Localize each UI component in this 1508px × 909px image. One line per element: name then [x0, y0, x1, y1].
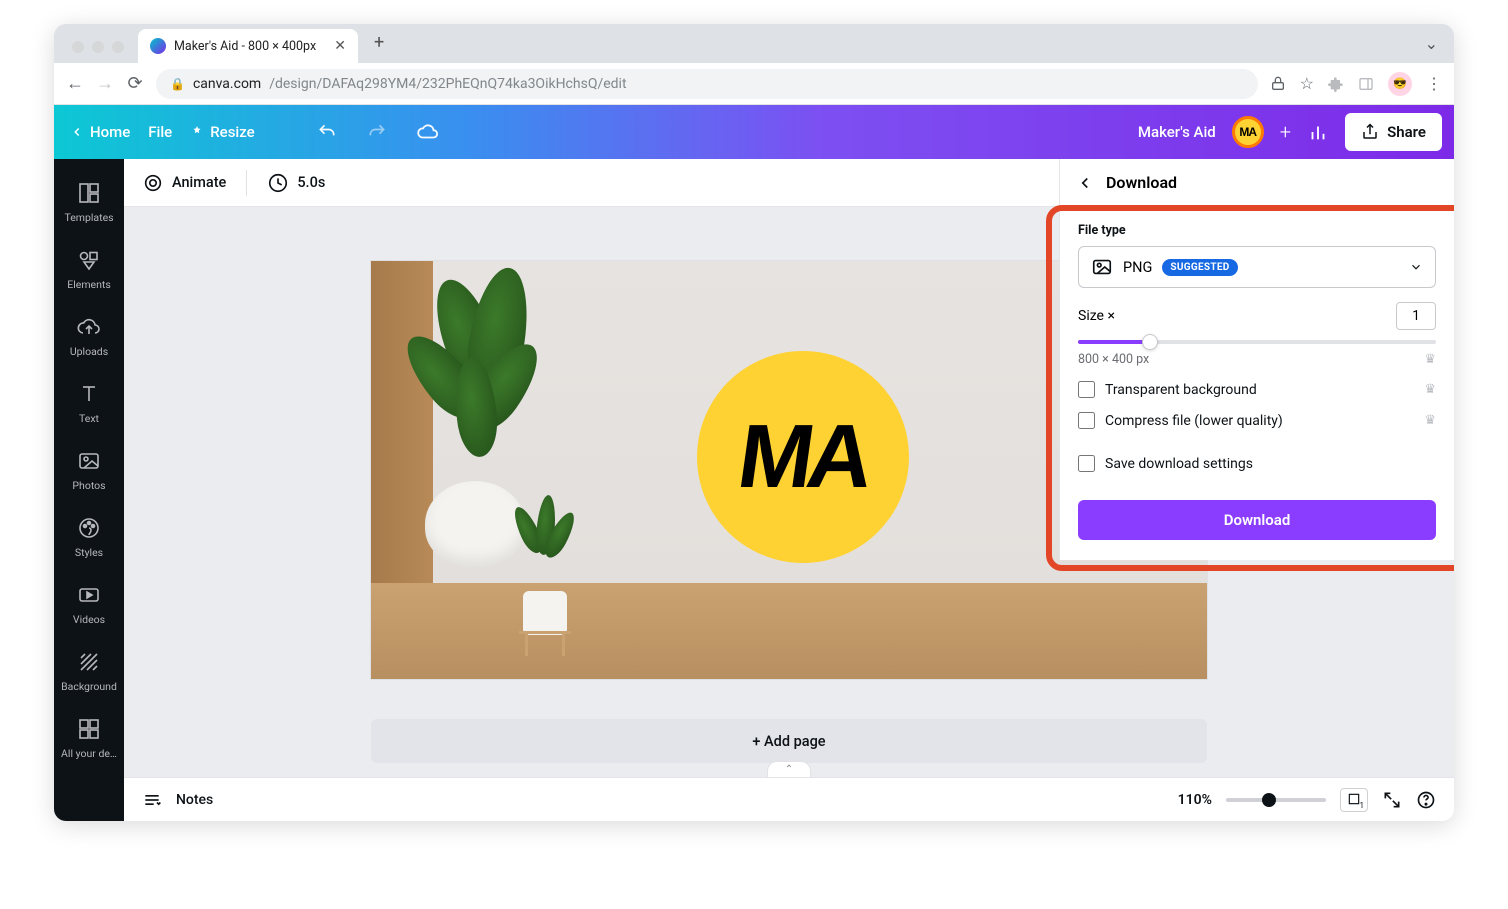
fullscreen-icon[interactable]	[1382, 790, 1402, 810]
logo-text: MA	[732, 406, 874, 509]
bookmark-icon[interactable]: ☆	[1300, 74, 1314, 93]
window-controls	[66, 41, 132, 63]
compress-checkbox[interactable]	[1078, 412, 1095, 429]
traffic-light-minimize[interactable]	[92, 41, 104, 53]
traffic-light-zoom[interactable]	[112, 41, 124, 53]
share-page-icon[interactable]	[1270, 76, 1286, 92]
url-host: canva.com	[193, 76, 261, 92]
home-label: Home	[90, 123, 130, 141]
kebab-menu-icon[interactable]: ⋮	[1426, 74, 1442, 93]
home-button[interactable]: Home	[70, 123, 130, 141]
plant-small	[511, 495, 581, 635]
cloud-status-icon[interactable]	[411, 115, 445, 149]
help-icon[interactable]	[1416, 790, 1436, 810]
animate-button[interactable]: Animate	[142, 172, 226, 194]
divider	[246, 170, 247, 196]
notes-icon	[142, 790, 162, 810]
sidebar-item-styles[interactable]: Styles	[54, 504, 124, 571]
suggested-badge: SUGGESTED	[1162, 259, 1237, 276]
sidepanel-icon[interactable]	[1358, 76, 1374, 92]
reload-button[interactable]: ⟳	[126, 73, 144, 94]
user-avatar-badge[interactable]: MA	[1232, 116, 1264, 148]
address-bar[interactable]: 🔒 canva.com/design/DAFAq298YM4/232PhEQnQ…	[156, 69, 1258, 99]
panel-header: Download	[1060, 159, 1454, 207]
compress-option[interactable]: Compress file (lower quality) ♛	[1078, 412, 1436, 429]
add-collaborator-icon[interactable]: +	[1280, 120, 1291, 144]
timeline-toggle[interactable]: ⌃	[767, 761, 811, 777]
file-type-select[interactable]: PNG SUGGESTED	[1078, 246, 1436, 288]
sidebar-item-uploads[interactable]: Uploads	[54, 303, 124, 370]
sidebar-item-elements[interactable]: Elements	[54, 236, 124, 303]
redo-button[interactable]	[361, 116, 393, 148]
analytics-icon[interactable]	[1307, 121, 1329, 143]
page-indicator[interactable]: 1	[1340, 788, 1368, 812]
forward-button[interactable]: →	[96, 73, 114, 94]
duration-button[interactable]: 5.0s	[267, 172, 325, 194]
sidebar-item-all-designs[interactable]: All your de…	[54, 705, 124, 772]
document-title[interactable]: Maker's Aid	[1138, 123, 1216, 141]
sidebar-item-photos[interactable]: Photos	[54, 437, 124, 504]
back-button[interactable]: ←	[66, 73, 84, 94]
download-panel: Download File type PNG SUGGESTED Size ×	[1059, 159, 1454, 560]
image-icon	[1091, 256, 1113, 278]
lock-icon: 🔒	[170, 77, 185, 91]
undo-button[interactable]	[311, 116, 343, 148]
notes-button[interactable]: Notes	[176, 792, 213, 808]
size-label: Size ×	[1078, 308, 1115, 324]
url-path: /design/DAFAq298YM4/232PhEQnQ74ka3OikHch…	[269, 76, 626, 92]
tab-title: Maker's Aid - 800 × 400px	[174, 39, 316, 54]
sidebar-item-background[interactable]: Background	[54, 638, 124, 705]
dimensions-text: 800 × 400 px	[1078, 352, 1149, 367]
canva-favicon	[150, 38, 166, 54]
file-type-value: PNG	[1123, 259, 1152, 276]
transparent-bg-checkbox[interactable]	[1078, 381, 1095, 398]
sidebar-item-templates[interactable]: Templates	[54, 169, 124, 236]
app-topbar: Home File Resize Maker's Aid MA +	[54, 105, 1454, 159]
panel-title: Download	[1106, 173, 1177, 192]
browser-window: Maker's Aid - 800 × 400px ✕ + ⌄ ← → ⟳ 🔒 …	[54, 24, 1454, 821]
transparent-bg-option[interactable]: Transparent background ♛	[1078, 381, 1436, 398]
download-button[interactable]: Download	[1078, 500, 1436, 540]
extensions-icon[interactable]	[1328, 76, 1344, 92]
browser-toolbar: ← → ⟳ 🔒 canva.com/design/DAFAq298YM4/232…	[54, 63, 1454, 105]
new-tab-button[interactable]: +	[364, 26, 394, 59]
tabs-overflow-icon[interactable]: ⌄	[1425, 34, 1438, 53]
size-slider[interactable]	[1078, 340, 1436, 344]
footer-bar: Notes 110% 1	[124, 777, 1454, 821]
share-label: Share	[1387, 123, 1426, 141]
save-settings-option[interactable]: Save download settings	[1078, 455, 1436, 472]
sidebar-item-videos[interactable]: Videos	[54, 571, 124, 638]
panel-back-icon[interactable]	[1076, 174, 1094, 192]
close-tab-icon[interactable]: ✕	[334, 38, 346, 54]
sidebar-item-text[interactable]: Text	[54, 370, 124, 437]
traffic-light-close[interactable]	[72, 41, 84, 53]
share-button[interactable]: Share	[1345, 113, 1442, 151]
save-settings-checkbox[interactable]	[1078, 455, 1095, 472]
main-area: Templates Elements Uploads Text Photos S…	[54, 159, 1454, 821]
logo-circle[interactable]: MA	[697, 351, 909, 563]
zoom-slider[interactable]	[1226, 798, 1326, 802]
pro-crown-icon: ♛	[1424, 352, 1436, 367]
browser-tab[interactable]: Maker's Aid - 800 × 400px ✕	[138, 29, 358, 63]
pro-crown-icon: ♛	[1424, 382, 1436, 397]
pro-crown-icon: ♛	[1424, 413, 1436, 428]
file-menu[interactable]: File	[148, 123, 172, 141]
file-type-label: File type	[1078, 223, 1436, 238]
chevron-down-icon	[1409, 260, 1423, 274]
browser-actions: ☆ 😎 ⋮	[1270, 72, 1442, 96]
profile-avatar[interactable]: 😎	[1388, 72, 1412, 96]
size-input[interactable]	[1396, 302, 1436, 330]
resize-menu[interactable]: Resize	[190, 123, 254, 141]
zoom-value[interactable]: 110%	[1178, 792, 1212, 808]
scene-floor	[371, 583, 1207, 679]
left-sidebar: Templates Elements Uploads Text Photos S…	[54, 159, 124, 821]
add-page-button[interactable]: + Add page	[371, 719, 1207, 763]
browser-tab-bar: Maker's Aid - 800 × 400px ✕ + ⌄	[54, 24, 1454, 63]
